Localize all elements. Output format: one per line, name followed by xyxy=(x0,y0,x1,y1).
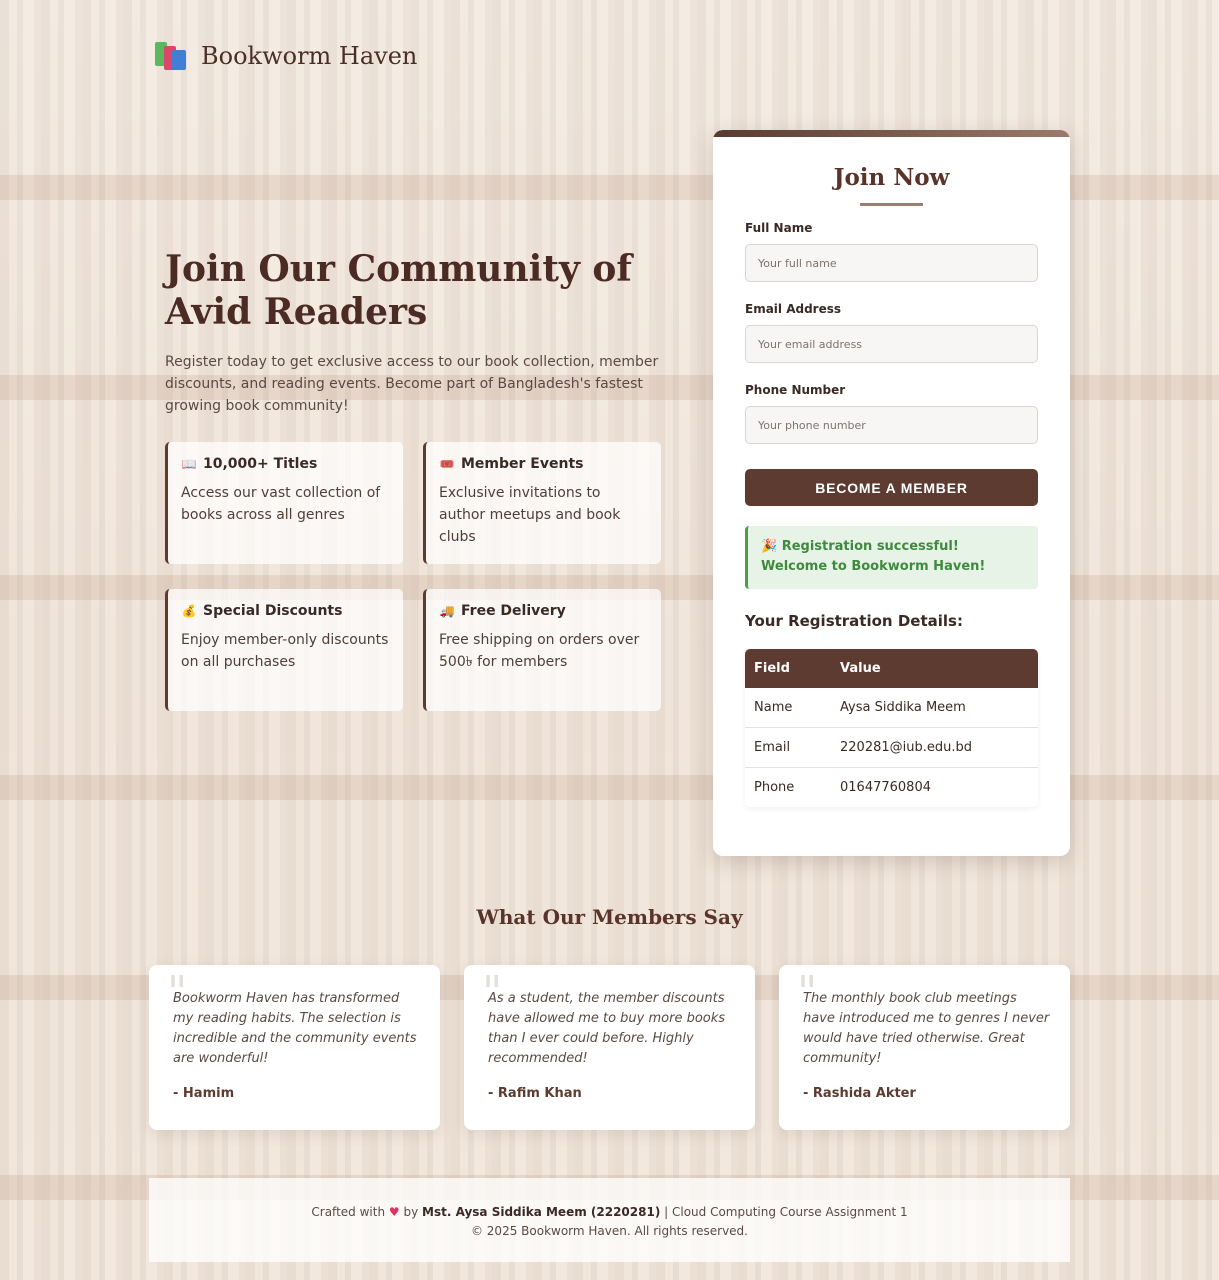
table-row: Email 220281@iub.edu.bd xyxy=(745,727,1038,768)
feature-description: Exclusive invitations to author meetups … xyxy=(439,485,621,545)
table-row: Name Aysa Siddika Meem xyxy=(745,688,1038,728)
table-cell: Phone xyxy=(745,767,831,807)
table-cell: Email xyxy=(745,727,831,768)
title-underline xyxy=(860,203,923,206)
hero-title: Join Our Community of Avid Readers xyxy=(165,248,632,333)
phone-input[interactable] xyxy=(745,406,1038,444)
heart-icon: ♥ xyxy=(388,1205,400,1219)
crafted-text: Crafted with xyxy=(311,1205,386,1219)
feature-card-delivery: 🚚 Free Delivery Free shipping on orders o… xyxy=(423,589,661,711)
ticket-icon: 🎟️ xyxy=(439,457,455,471)
feature-card-discounts: 💰 Special Discounts Enjoy member-only dis… xyxy=(165,589,403,711)
column-header: Value xyxy=(831,649,1038,688)
money-bag-icon: 💰 xyxy=(181,604,197,618)
table-row: Phone 01647760804 xyxy=(745,767,1038,807)
testimonial-author: - Hamim xyxy=(173,1086,235,1101)
footer-credits: Crafted with ♥ by Mst. Aysa Siddika Meem… xyxy=(149,1203,1070,1222)
success-message: 🎉 Registration successful! Welcome to Bo… xyxy=(745,526,1038,589)
books-icon xyxy=(155,40,189,72)
table-header-row: Field Value xyxy=(745,649,1038,688)
author-name: Mst. Aysa Siddika Meem (2220281) xyxy=(422,1205,661,1219)
feature-title: Special Discounts xyxy=(203,603,343,619)
feature-card-events: 🎟️ Member Events Exclusive invitations to… xyxy=(423,442,661,564)
by-text: by xyxy=(403,1205,419,1219)
testimonial-card: " Bookworm Haven has transformed my read… xyxy=(149,965,440,1130)
testimonial-text: The monthly book club meetings have intr… xyxy=(803,991,1050,1066)
copyright: © 2025 Bookworm Haven. All rights reserv… xyxy=(470,1224,748,1238)
testimonial-text: As a student, the member discounts have … xyxy=(488,991,726,1066)
phone-label: Phone Number xyxy=(745,383,846,397)
brand-name: Bookworm Haven xyxy=(201,42,418,70)
feature-title: Member Events xyxy=(461,456,584,472)
table-cell: Name xyxy=(745,688,831,728)
testimonial-text: Bookworm Haven has transformed my readin… xyxy=(173,991,417,1066)
open-book-icon: 📖 xyxy=(181,457,197,471)
testimonial-author: - Rashida Akter xyxy=(803,1086,916,1101)
card-accent-bar xyxy=(713,130,1070,137)
table-cell: Aysa Siddika Meem xyxy=(831,688,1038,728)
course-text: | Cloud Computing Course Assignment 1 xyxy=(664,1205,908,1219)
registration-details-heading: Your Registration Details: xyxy=(745,612,963,630)
form-title: Join Now xyxy=(833,164,950,191)
full-name-label: Full Name xyxy=(745,221,813,235)
feature-description: Free shipping on orders over 500৳ for me… xyxy=(439,632,640,670)
feature-title: Free Delivery xyxy=(461,603,566,619)
registration-card: Join Now Full Name Email Address Phone N… xyxy=(713,130,1070,856)
brand-logo[interactable]: Bookworm Haven xyxy=(155,40,417,72)
email-label: Email Address xyxy=(745,302,842,316)
testimonial-author: - Rafim Khan xyxy=(488,1086,582,1101)
testimonial-card: " As a student, the member discounts hav… xyxy=(464,965,755,1130)
feature-description: Enjoy member-only discounts on all purch… xyxy=(181,632,389,670)
table-cell: 220281@iub.edu.bd xyxy=(831,727,1038,768)
become-member-button[interactable]: BECOME A MEMBER xyxy=(745,469,1038,506)
feature-card-titles: 📖 10,000+ Titles Access our vast collecti… xyxy=(165,442,403,564)
hero-subtitle: Register today to get exclusive access t… xyxy=(165,354,659,414)
delivery-truck-icon: 🚚 xyxy=(439,604,455,618)
email-input[interactable] xyxy=(745,325,1038,363)
full-name-input[interactable] xyxy=(745,244,1038,282)
feature-description: Access our vast collection of books acro… xyxy=(181,485,381,523)
feature-title: 10,000+ Titles xyxy=(203,456,318,472)
testimonial-card: " The monthly book club meetings have in… xyxy=(779,965,1070,1130)
registration-details-table: Field Value Name Aysa Siddika Meem Email… xyxy=(745,649,1038,807)
table-cell: 01647760804 xyxy=(831,767,1038,807)
footer: Crafted with ♥ by Mst. Aysa Siddika Meem… xyxy=(149,1178,1070,1262)
column-header: Field xyxy=(745,649,831,688)
testimonials-title: What Our Members Say xyxy=(476,905,743,929)
